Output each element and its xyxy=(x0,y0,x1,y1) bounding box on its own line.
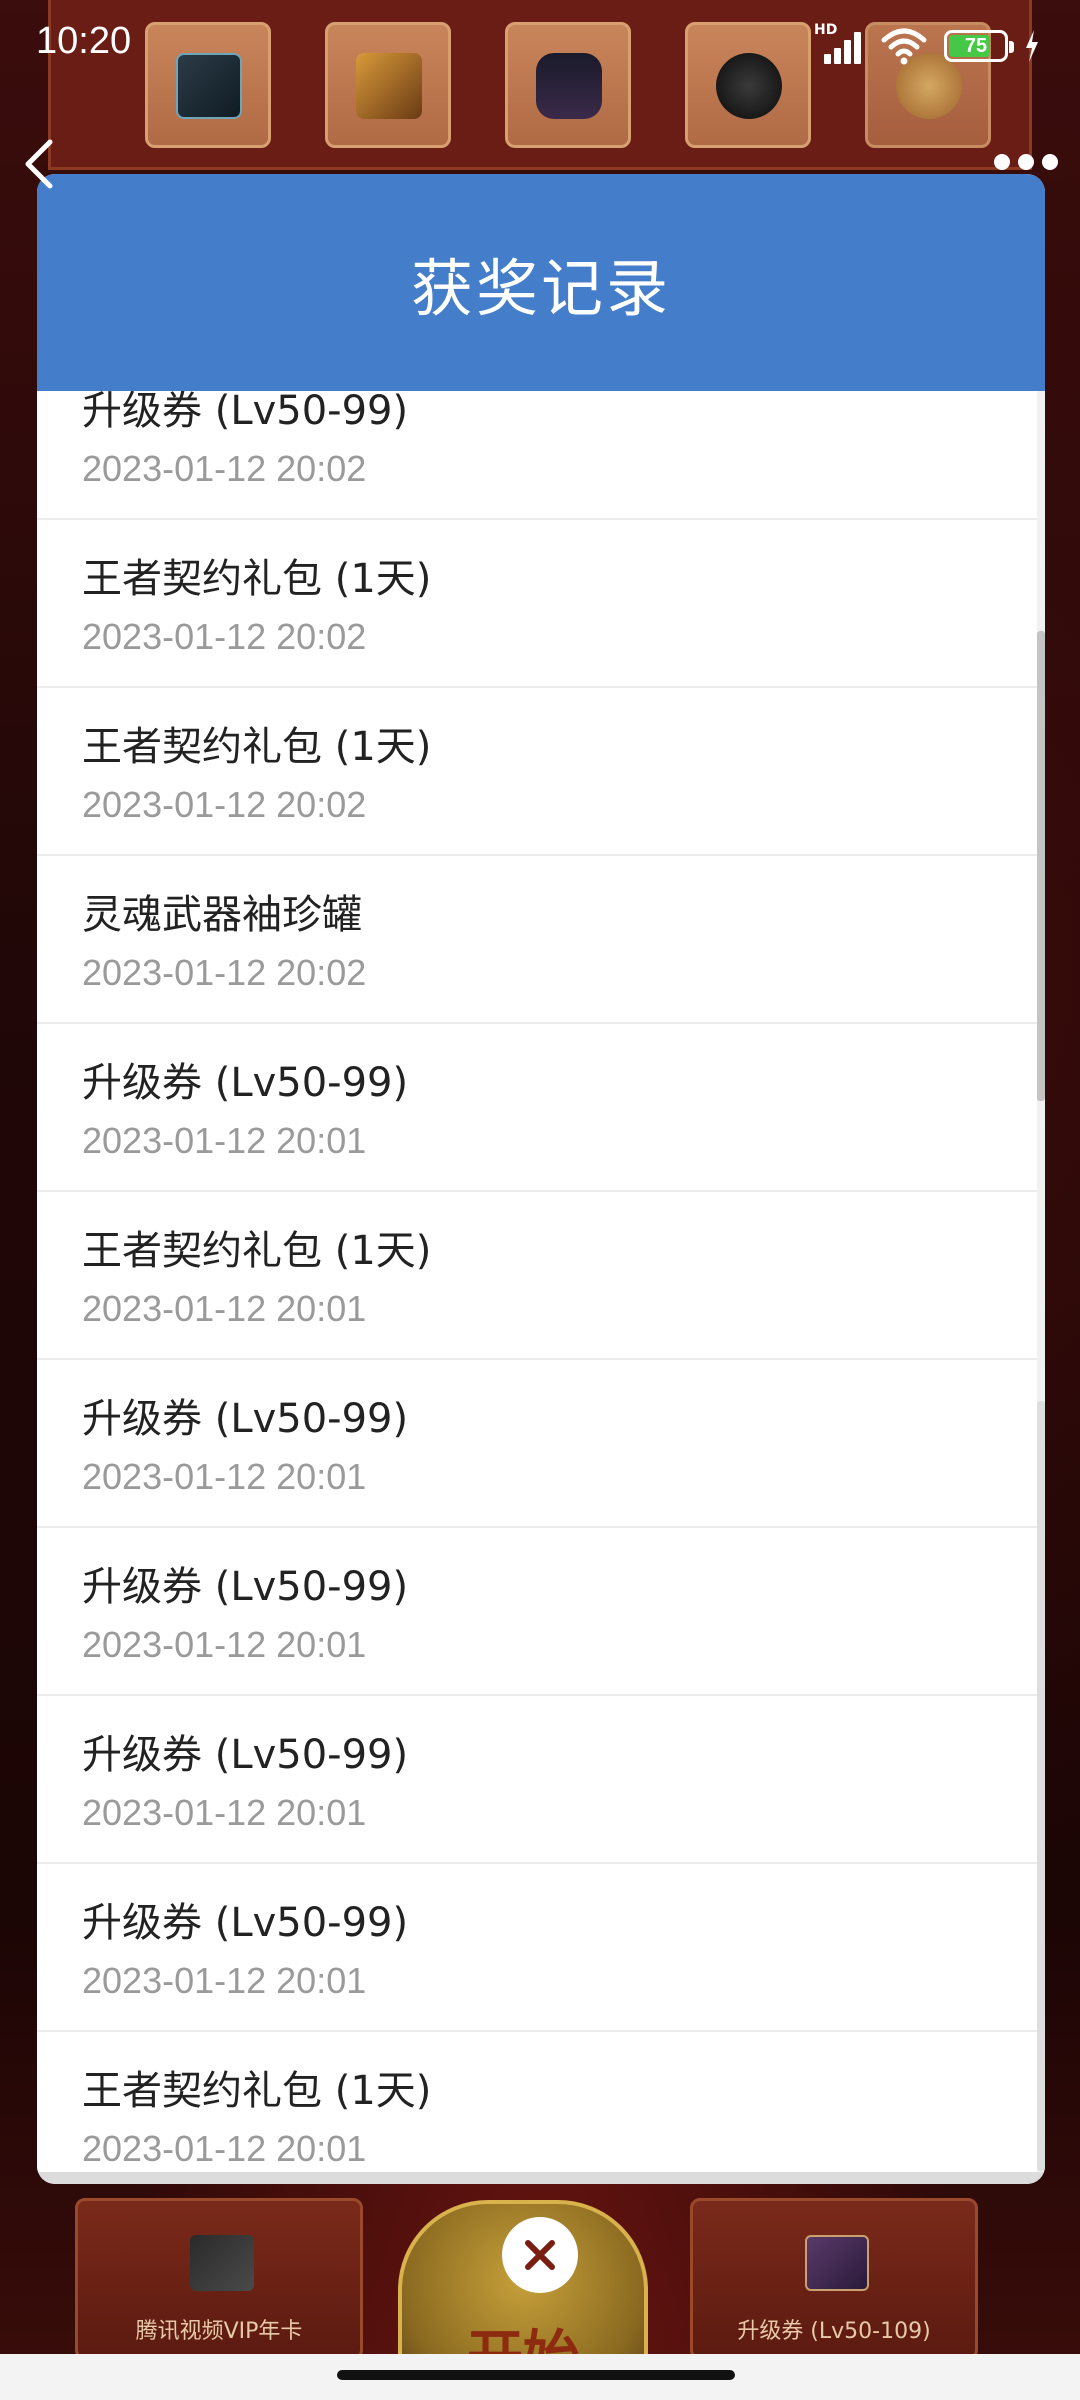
close-x-icon xyxy=(525,2240,555,2270)
bottom-prize-card: 升级券 (Lv50-109) xyxy=(690,2198,978,2360)
record-name: 升级券 (Lv50-99) xyxy=(82,1564,409,1610)
level-ticket-icon xyxy=(805,2235,869,2291)
record-time: 2023-01-12 20:01 xyxy=(82,2128,367,2169)
modal-header: 获奖记录 xyxy=(37,174,1045,391)
record-time: 2023-01-12 20:02 xyxy=(82,784,367,825)
back-chevron-icon[interactable] xyxy=(18,136,62,192)
record-name: 王者契约礼包 (1天) xyxy=(82,556,432,602)
records-list-inner: 升级券 (Lv50-99) 2023-01-12 20:02 王者契约礼包 (1天)… xyxy=(37,391,1037,2172)
record-time: 2023-01-12 20:01 xyxy=(82,1960,367,2001)
record-name: 灵魂武器袖珍罐 xyxy=(82,892,362,938)
charging-icon xyxy=(1026,30,1038,62)
record-name: 升级券 (Lv50-99) xyxy=(82,1900,409,1946)
record-item: 王者契约礼包 (1天) 2023-01-12 20:01 xyxy=(37,2032,1037,2172)
modal-bottom-edge xyxy=(37,2172,1045,2184)
battery-icon: 75 xyxy=(944,30,1014,62)
status-time: 10:20 xyxy=(36,20,132,62)
battery-text: 75 xyxy=(964,34,988,57)
record-time: 2023-01-12 20:01 xyxy=(82,1624,367,1665)
record-item: 升级券 (Lv50-99) 2023-01-12 20:02 xyxy=(37,391,1037,520)
record-time: 2023-01-12 20:02 xyxy=(82,616,367,657)
record-name: 升级券 (Lv50-99) xyxy=(82,1396,409,1442)
more-dots-icon[interactable] xyxy=(994,154,1058,170)
record-item: 升级券 (Lv50-99) 2023-01-12 20:01 xyxy=(37,1696,1037,1864)
record-item: 升级券 (Lv50-99) 2023-01-12 20:01 xyxy=(37,1528,1037,1696)
record-name: 王者契约礼包 (1天) xyxy=(82,724,432,770)
record-name: 升级券 (Lv50-99) xyxy=(82,1732,409,1778)
record-time: 2023-01-12 20:01 xyxy=(82,1120,367,1161)
record-time: 2023-01-12 20:02 xyxy=(82,952,367,993)
network-label: HD xyxy=(814,22,838,38)
screen: 10:20 HD 75 获奖记录 升级券 (Lv50-99) 2023-01-1… xyxy=(0,0,1080,2400)
record-time: 2023-01-12 20:01 xyxy=(82,1456,367,1497)
record-item: 升级券 (Lv50-99) 2023-01-12 20:01 xyxy=(37,1864,1037,2032)
bottom-prize-label: 升级券 (Lv50-109) xyxy=(737,2319,931,2344)
record-item: 王者契约礼包 (1天) 2023-01-12 20:01 xyxy=(37,1192,1037,1360)
record-time: 2023-01-12 20:01 xyxy=(82,1792,367,1833)
bottom-prize-label: 腾讯视频VIP年卡 xyxy=(135,2319,303,2344)
record-time: 2023-01-12 20:02 xyxy=(82,448,367,489)
wifi-icon xyxy=(881,28,927,65)
award-records-modal: 获奖记录 升级券 (Lv50-99) 2023-01-12 20:02 王者契约礼包… xyxy=(37,174,1045,2184)
record-item: 灵魂武器袖珍罐 2023-01-12 20:02 xyxy=(37,856,1037,1024)
home-indicator[interactable] xyxy=(337,2370,735,2380)
record-name: 王者契约礼包 (1天) xyxy=(82,2068,432,2114)
status-bar: 10:20 HD 75 xyxy=(0,0,1080,92)
records-list[interactable]: 升级券 (Lv50-99) 2023-01-12 20:02 王者契约礼包 (1天)… xyxy=(37,391,1037,2172)
record-item: 王者契约礼包 (1天) 2023-01-12 20:02 xyxy=(37,520,1037,688)
record-name: 升级券 (Lv50-99) xyxy=(82,1060,409,1106)
record-time: 2023-01-12 20:01 xyxy=(82,1288,367,1329)
scrollbar-thumb-secondary xyxy=(1037,1401,1045,2171)
scrollbar-thumb[interactable] xyxy=(1037,631,1045,1101)
record-item: 升级券 (Lv50-99) 2023-01-12 20:01 xyxy=(37,1360,1037,1528)
modal-title: 获奖记录 xyxy=(410,251,671,325)
status-icons: HD 75 xyxy=(814,22,1040,66)
record-item: 升级券 (Lv50-99) 2023-01-12 20:01 xyxy=(37,1024,1037,1192)
bottom-prize-card: 腾讯视频VIP年卡 xyxy=(75,2198,363,2360)
video-vip-icon xyxy=(190,2235,254,2291)
signal-icon: HD xyxy=(814,22,864,64)
record-name: 升级券 (Lv50-99) xyxy=(82,391,409,434)
record-item: 王者契约礼包 (1天) 2023-01-12 20:02 xyxy=(37,688,1037,856)
record-name: 王者契约礼包 (1天) xyxy=(82,1228,432,1274)
scrollbar-track[interactable] xyxy=(1037,391,1045,2172)
close-button[interactable] xyxy=(502,2217,578,2293)
